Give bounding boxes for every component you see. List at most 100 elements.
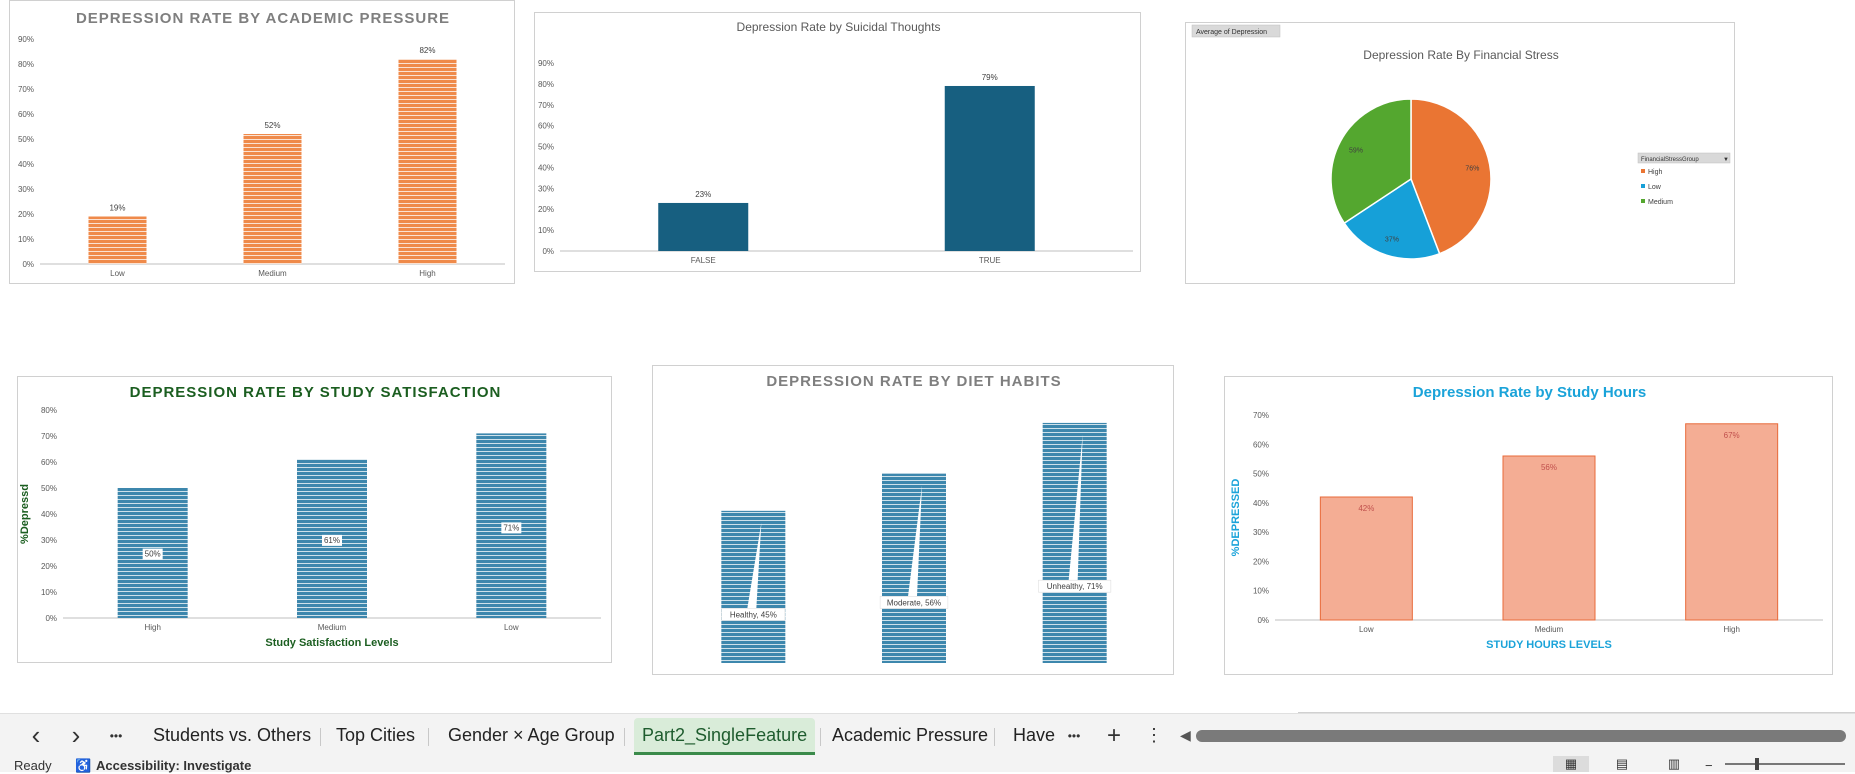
data-label: Unhealthy, 71% xyxy=(1047,582,1103,591)
y-tick-label: 10% xyxy=(1253,587,1269,596)
page-layout-view-button[interactable]: ▤ xyxy=(1604,756,1640,772)
tab-separator xyxy=(820,728,821,746)
y-tick-label: 20% xyxy=(41,562,57,571)
bar-high xyxy=(1685,423,1779,621)
y-tick-label: 40% xyxy=(1253,499,1269,508)
y-tick-label: 30% xyxy=(538,184,554,193)
vertical-dots-icon: ⋮ xyxy=(1145,725,1163,745)
zoom-out-icon[interactable]: − xyxy=(1705,758,1713,773)
status-bar: Ready ♿ Accessibility: Investigate ▦ ▤ ▥… xyxy=(0,756,1855,773)
x-axis-title: Study Satisfaction Levels xyxy=(265,637,398,649)
chart-study-hours[interactable]: Depression Rate by Study Hours 0% 10% 20% 30… xyxy=(1224,376,1833,675)
sheet-menu-button[interactable]: ⋮ xyxy=(1144,714,1164,757)
y-tick-label: 70% xyxy=(538,101,554,110)
y-tick-label: 40% xyxy=(41,510,57,519)
add-sheet-button[interactable]: + xyxy=(1100,714,1128,757)
chart-academic-pressure[interactable]: DEPRESSION RATE BY ACADEMIC PRESSURE 0% 10… xyxy=(9,0,515,284)
tab-separator xyxy=(994,728,995,746)
y-tick-label: 50% xyxy=(18,135,34,144)
y-tick-label: 60% xyxy=(538,122,554,131)
ellipsis-icon: ••• xyxy=(1067,728,1081,743)
y-tick-label: 30% xyxy=(1253,528,1269,537)
chart-title: Depression Rate by Suicidal Thoughts xyxy=(737,20,941,34)
y-tick-label: 40% xyxy=(18,160,34,169)
prev-sheet-button[interactable]: ‹ xyxy=(22,714,50,757)
data-label: Healthy, 45% xyxy=(730,610,777,619)
tab-students-vs-others[interactable]: Students vs. Others xyxy=(145,718,319,752)
y-tick-label: 20% xyxy=(538,205,554,214)
legend-swatch-high xyxy=(1641,169,1645,173)
legend-swatch-medium xyxy=(1641,199,1645,203)
chart-title: DEPRESSION RATE BY DIET HABITS xyxy=(766,373,1061,390)
slice-label: 59% xyxy=(1349,147,1363,154)
y-tick-label: 0% xyxy=(1257,616,1269,625)
tab-part2-singlefeature[interactable]: Part2_SingleFeature xyxy=(634,718,816,755)
more-sheets-right-button[interactable]: ••• xyxy=(1060,714,1088,757)
chart-financial-stress[interactable]: Average of Depression Depression Rate By … xyxy=(1185,22,1735,284)
y-tick-label: 40% xyxy=(538,163,554,172)
y-axis-title: %Depressd xyxy=(19,484,31,544)
chart-suicidal-thoughts[interactable]: Depression Rate by Suicidal Thoughts 0% 10… xyxy=(534,12,1141,272)
tab-academic-pressure[interactable]: Academic Pressure xyxy=(824,718,996,752)
data-label: 67% xyxy=(1724,431,1740,440)
x-tick-label: Low xyxy=(1359,625,1374,634)
y-tick-label: 80% xyxy=(18,60,34,69)
chart-diet-habits[interactable]: DEPRESSION RATE BY DIET HABITS Healthy, 4… xyxy=(652,365,1174,675)
legend-entry-medium: Medium xyxy=(1648,199,1673,206)
zoom-slider[interactable] xyxy=(1725,758,1845,770)
legend-entry-low: Low xyxy=(1648,184,1662,191)
y-tick-label: 20% xyxy=(18,210,34,219)
scroll-left-icon[interactable]: ◀ xyxy=(1180,727,1191,744)
more-sheets-left-button[interactable]: ••• xyxy=(102,714,130,757)
bar-low xyxy=(1319,496,1413,621)
y-tick-label: 30% xyxy=(41,536,57,545)
legend-swatch-low xyxy=(1641,184,1645,188)
ready-status: Ready xyxy=(14,758,52,773)
data-label: 79% xyxy=(982,73,998,82)
ellipsis-icon: ••• xyxy=(109,728,123,743)
normal-view-button[interactable]: ▦ xyxy=(1553,756,1589,772)
y-axis-title: %DEPRESSED xyxy=(1230,479,1242,557)
data-label: 19% xyxy=(109,204,125,213)
page-break-view-button[interactable]: ▥ xyxy=(1656,756,1692,772)
bar-low xyxy=(88,216,147,264)
data-label: 50% xyxy=(145,550,161,559)
data-label: Moderate, 56% xyxy=(887,598,941,607)
data-label: 56% xyxy=(1541,463,1557,472)
dropdown-arrow-icon: ▼ xyxy=(1723,157,1729,163)
horizontal-scrollbar[interactable] xyxy=(1196,730,1846,742)
next-sheet-button[interactable]: › xyxy=(62,714,90,757)
data-label: 23% xyxy=(695,190,711,199)
y-tick-label: 10% xyxy=(18,235,34,244)
tab-separator xyxy=(428,728,429,746)
accessibility-status[interactable]: Accessibility: Investigate xyxy=(96,758,251,773)
y-tick-label: 30% xyxy=(18,185,34,194)
x-tick-label: High xyxy=(419,269,435,278)
y-tick-label: 10% xyxy=(41,588,57,597)
tab-top-cities[interactable]: Top Cities xyxy=(328,718,423,752)
y-tick-label: 10% xyxy=(538,226,554,235)
bar-high xyxy=(398,59,457,264)
x-tick-label: FALSE xyxy=(691,256,716,265)
tab-have[interactable]: Have xyxy=(1005,718,1063,752)
y-tick-label: 50% xyxy=(538,143,554,152)
x-tick-label: TRUE xyxy=(979,256,1001,265)
tab-separator xyxy=(320,728,321,746)
page-layout-icon: ▤ xyxy=(1615,756,1629,771)
y-tick-label: 60% xyxy=(1253,440,1269,449)
x-tick-label: Medium xyxy=(258,269,287,278)
chart-title: Depression Rate by Study Hours xyxy=(1413,384,1646,401)
chevron-left-icon: ‹ xyxy=(31,720,41,750)
y-tick-label: 60% xyxy=(18,110,34,119)
y-tick-label: 70% xyxy=(1253,411,1269,420)
chevron-right-icon: › xyxy=(71,720,81,750)
y-tick-label: 50% xyxy=(41,484,57,493)
zoom-slider-thumb[interactable] xyxy=(1755,758,1759,770)
x-tick-label: High xyxy=(144,623,160,632)
y-tick-label: 0% xyxy=(22,260,34,269)
tab-gender-age-group[interactable]: Gender × Age Group xyxy=(440,718,623,752)
data-label: 61% xyxy=(324,536,340,545)
grid-view-icon: ▦ xyxy=(1564,756,1578,771)
y-tick-label: 70% xyxy=(18,85,34,94)
chart-study-satisfaction[interactable]: DEPRESSION RATE BY STUDY SATISFACTION 0% 1… xyxy=(17,376,612,663)
